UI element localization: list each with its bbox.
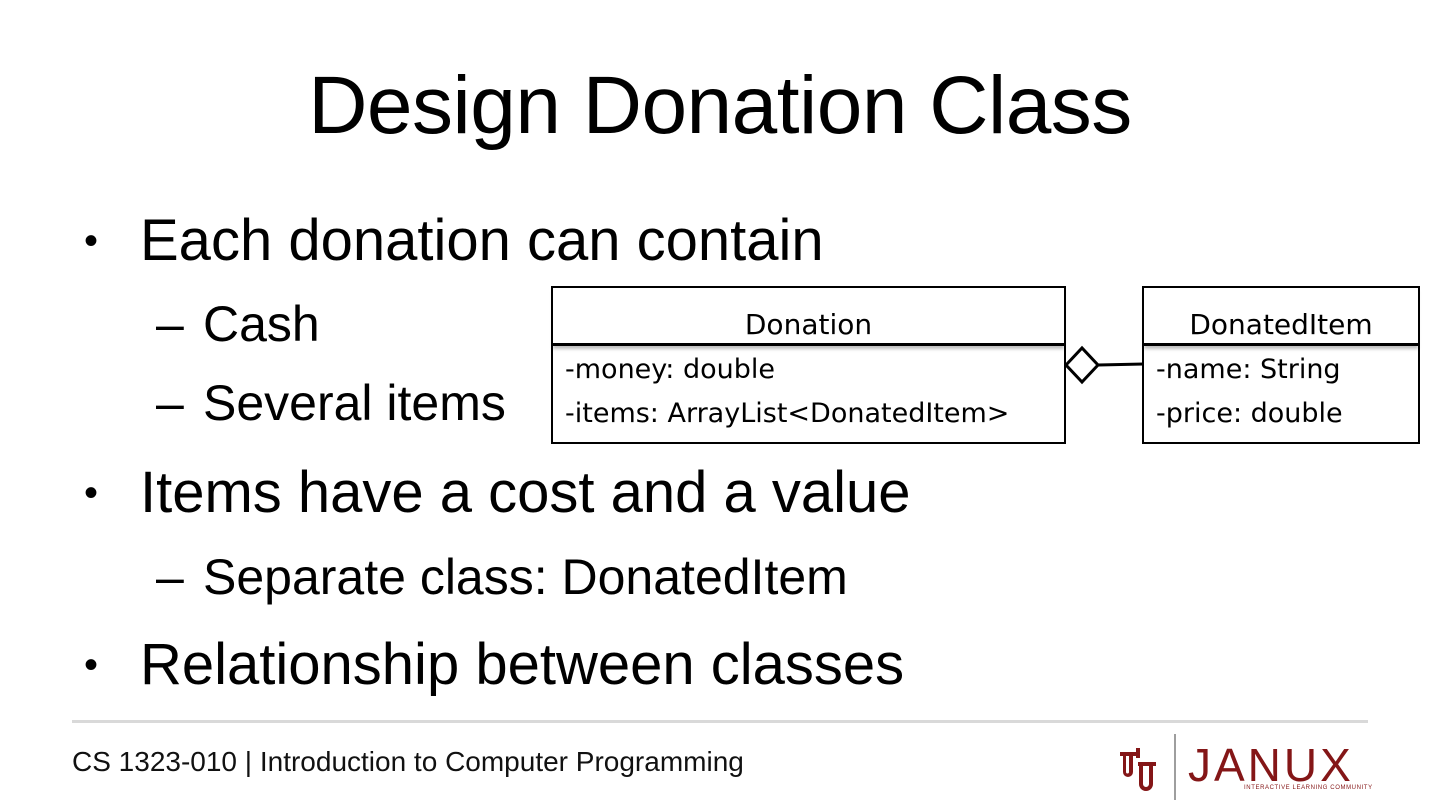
uml-attribute-list: -money: double -items: ArrayList<Donated…: [553, 346, 1064, 436]
sub-bullet-separate-class: – Separate class: DonatedItem: [156, 547, 956, 607]
bullet-each-donation: • Each donation can contain: [84, 208, 984, 274]
sub-bullet-text: Several items: [203, 375, 506, 431]
ou-logo-icon: [1120, 748, 1156, 791]
uml-class-name: DonatedItem: [1144, 288, 1418, 346]
bullet-items-cost-value: • Items have a cost and a value: [84, 460, 1084, 526]
footer-divider: [72, 720, 1368, 723]
aggregation-diamond: [1064, 345, 1101, 385]
bullet-marker: •: [84, 219, 99, 263]
bullet-text: Each donation can contain: [140, 208, 824, 273]
bullet-relationship: • Relationship between classes: [84, 632, 1084, 698]
aggregation-connector: [1064, 345, 1145, 385]
uml-attribute: -name: String: [1156, 354, 1341, 385]
bullet-marker: •: [84, 643, 99, 687]
sub-bullet-text: Separate class: DonatedItem: [203, 549, 848, 605]
uml-attribute: -money: double: [565, 354, 776, 385]
uml-class-donation: Donation -money: double -items: ArrayLis…: [551, 286, 1066, 444]
sub-bullet-marker: –: [156, 296, 184, 352]
sub-bullet-marker: –: [156, 375, 184, 431]
uml-attribute: -price: double: [1156, 398, 1343, 429]
sub-bullet-cash: – Cash: [156, 294, 456, 354]
slide-title: Design Donation Class: [308, 60, 1132, 151]
course-title: CS 1323-010 | Introduction to Computer P…: [72, 746, 744, 777]
bullet-text: Relationship between classes: [140, 632, 905, 697]
bullet-text: Items have a cost and a value: [140, 460, 911, 525]
sub-bullet-marker: –: [156, 549, 184, 605]
sub-bullet-several-items: – Several items: [156, 373, 546, 433]
uml-attribute-list: -name: String -price: double: [1144, 346, 1418, 436]
association-line: [1097, 362, 1145, 367]
sub-bullet-text: Cash: [203, 296, 320, 352]
logo-divider: [1174, 734, 1176, 800]
bullet-marker: •: [84, 471, 99, 515]
footer-logos: JANUX INTERACTIVE LEARNING COMMUNITY: [1112, 732, 1374, 802]
uml-class-name: Donation: [553, 288, 1064, 346]
uml-attribute: -items: ArrayList<DonatedItem>: [565, 398, 1010, 429]
uml-class-donated-item: DonatedItem -name: String -price: double: [1142, 286, 1420, 444]
janux-logo: JANUX: [1188, 739, 1354, 791]
janux-tagline: INTERACTIVE LEARNING COMMUNITY: [1244, 785, 1373, 791]
